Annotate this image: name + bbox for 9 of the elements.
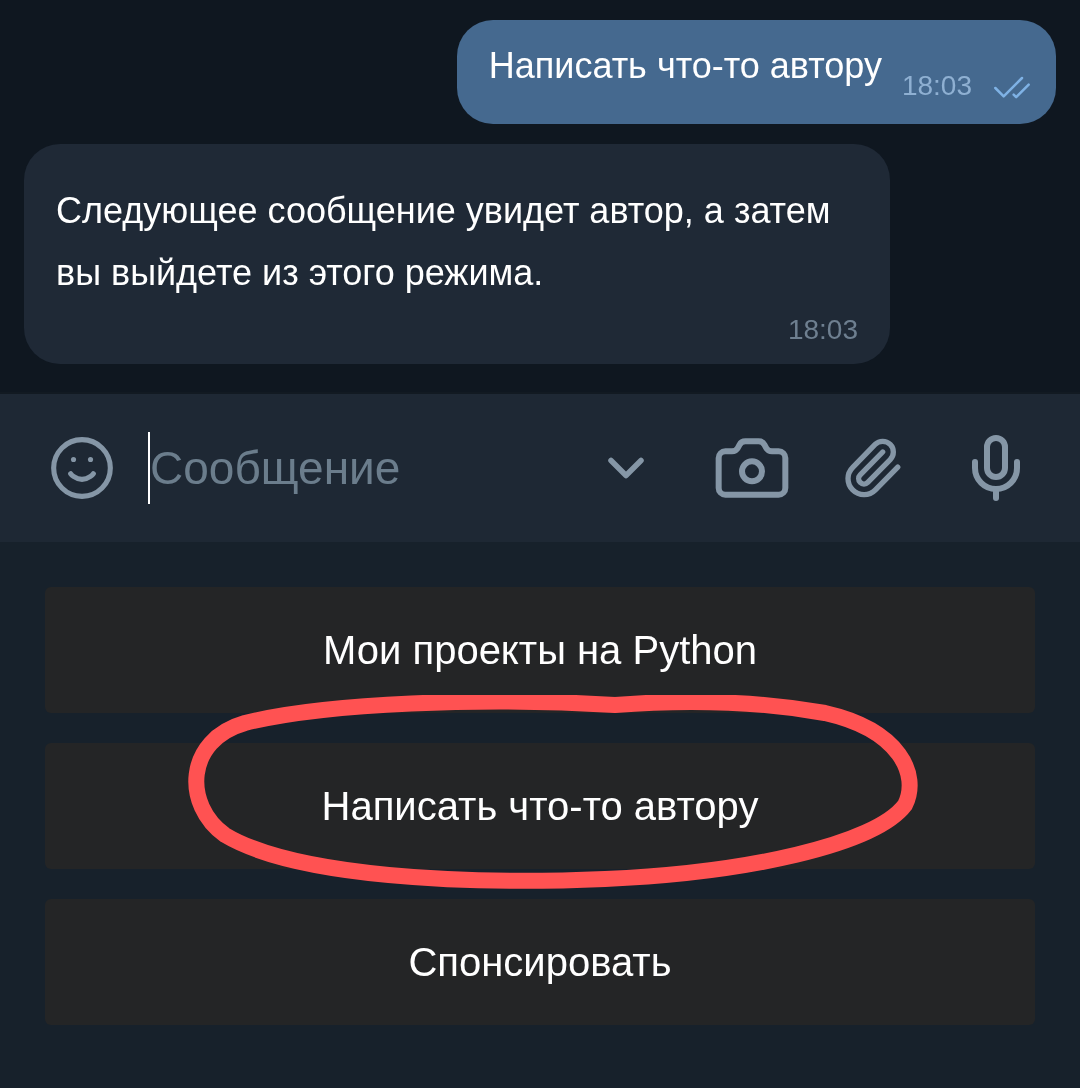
keyboard-button[interactable]: Спонсировать	[45, 899, 1035, 1025]
message-text: Следующее сообщение увидет автор, а затем вы выйдете из этого режима.	[56, 189, 832, 295]
emoji-icon[interactable]	[48, 434, 116, 502]
keyboard-button[interactable]: Написать что-то автору	[45, 743, 1035, 869]
message-time: 18:03	[901, 72, 972, 100]
message-time: 18:03	[787, 316, 858, 344]
message-input-field[interactable]: Сообщение	[148, 428, 564, 508]
message-text: Написать что-то автору	[488, 44, 882, 88]
keyboard-button[interactable]: Мои проекты на Python	[45, 587, 1035, 713]
